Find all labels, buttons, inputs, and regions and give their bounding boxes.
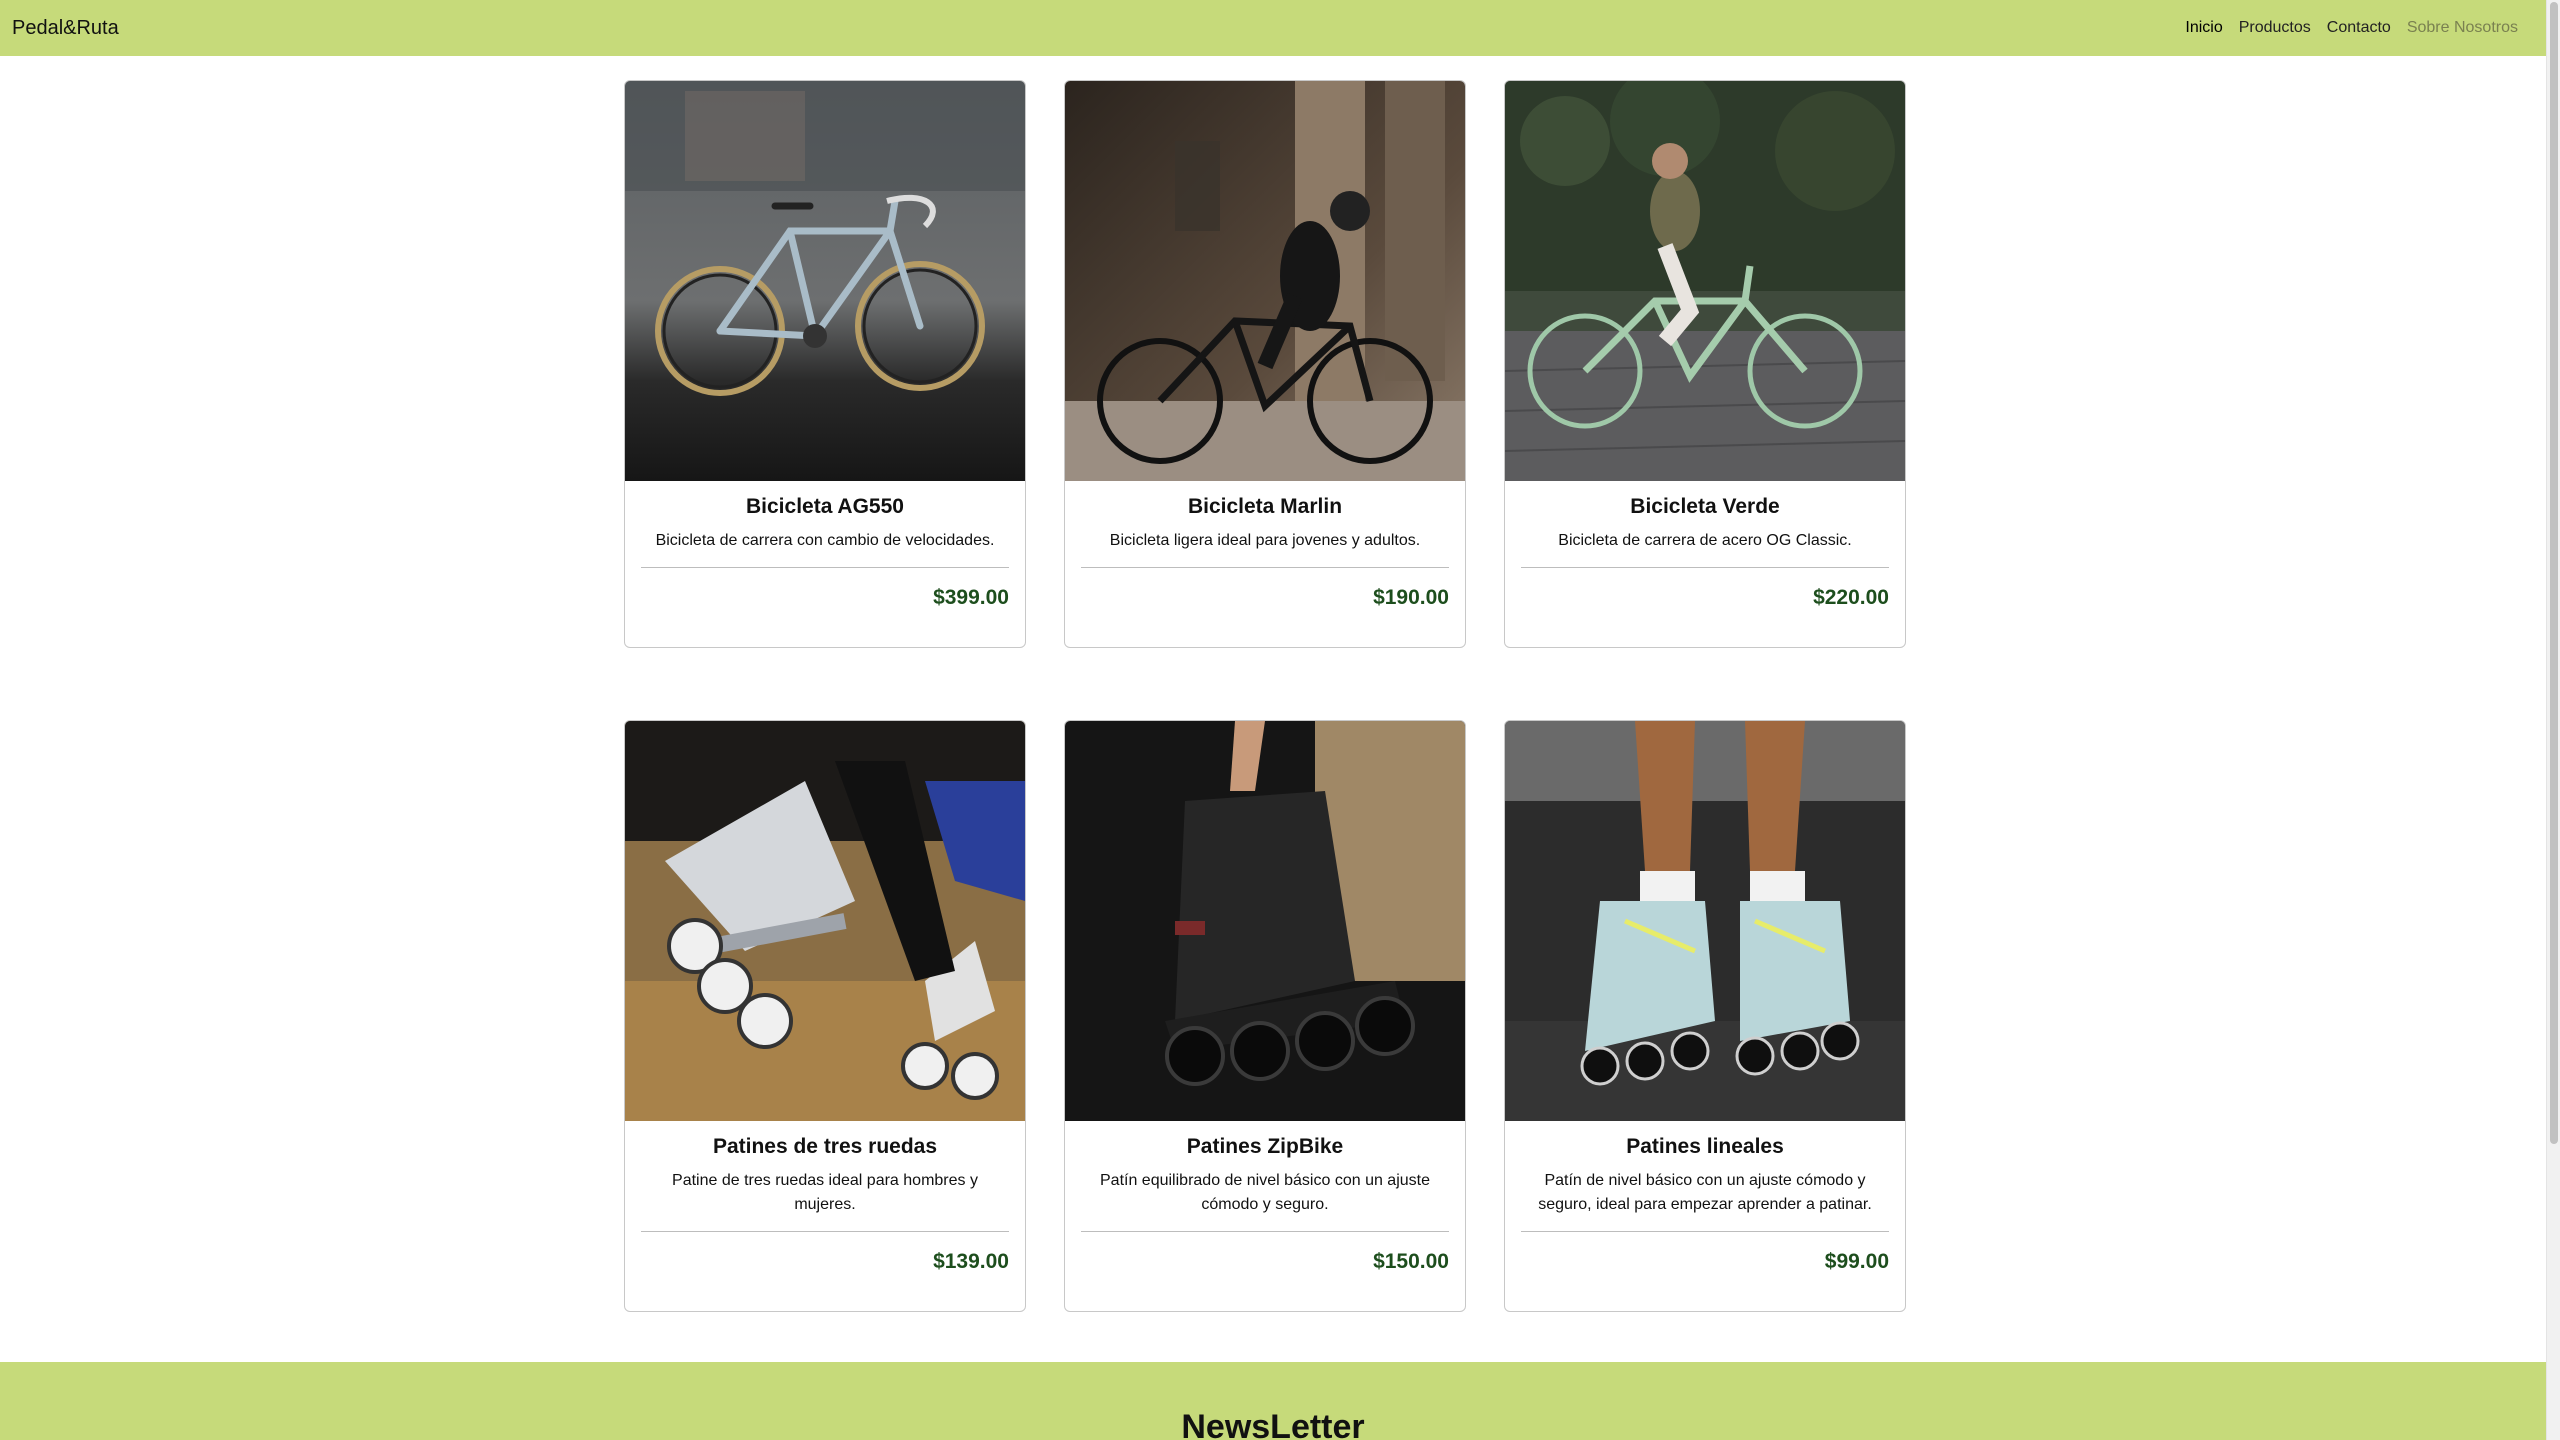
product-card-body: Patines ZipBike Patín equilibrado de niv…	[1065, 1121, 1465, 1217]
nav-link-productos[interactable]: Productos	[2231, 19, 2319, 37]
product-price: $99.00	[1824, 1250, 1889, 1273]
product-price: $139.00	[933, 1250, 1009, 1273]
nav-link-inicio[interactable]: Inicio	[2177, 19, 2230, 37]
product-description: Patín equilibrado de nivel básico con un…	[1100, 1172, 1430, 1213]
product-price: $220.00	[1813, 586, 1889, 609]
vertical-scrollbar[interactable]	[2546, 0, 2560, 1440]
product-card-body: Patines lineales Patín de nivel básico c…	[1505, 1121, 1905, 1217]
product-image-cyclist[interactable]	[1065, 81, 1465, 481]
nav-link-contacto[interactable]: Contacto	[2319, 19, 2399, 37]
product-image-three-wheel-skates[interactable]	[625, 721, 1025, 1121]
product-title[interactable]: Bicicleta Marlin	[1081, 495, 1449, 519]
product-card-body: Bicicleta Verde Bicicleta de carrera de …	[1505, 481, 1905, 553]
product-card[interactable]: Bicicleta Marlin Bicicleta ligera ideal …	[1064, 80, 1466, 648]
product-image-blue-skates[interactable]	[1505, 721, 1905, 1121]
page-content: Pedal&Ruta Inicio Productos Contacto Sob…	[0, 0, 2546, 1440]
product-card-body: Bicicleta AG550 Bicicleta de carrera con…	[625, 481, 1025, 553]
blue-inline-skates-photo	[1505, 721, 1905, 1121]
brand-logo[interactable]: Pedal&Ruta	[12, 17, 119, 40]
product-grid: Bicicleta AG550 Bicicleta de carrera con…	[624, 80, 1906, 1312]
product-card[interactable]: Bicicleta AG550 Bicicleta de carrera con…	[624, 80, 1026, 648]
three-wheel-skates-photo	[625, 721, 1025, 1121]
newsletter-section: NewsLetter	[0, 1362, 2546, 1440]
black-inline-skate-photo	[1065, 721, 1465, 1121]
woman-green-bike-photo	[1505, 81, 1905, 481]
product-title[interactable]: Bicicleta Verde	[1521, 495, 1889, 519]
product-card[interactable]: Patines lineales Patín de nivel básico c…	[1504, 720, 1906, 1312]
product-price: $190.00	[1373, 586, 1449, 609]
product-image-road-bike[interactable]	[625, 81, 1025, 481]
road-bike-photo	[625, 81, 1025, 481]
product-description: Bicicleta de carrera con cambio de veloc…	[655, 532, 995, 549]
navbar: Pedal&Ruta Inicio Productos Contacto Sob…	[0, 0, 2546, 56]
product-image-black-skate[interactable]	[1065, 721, 1465, 1121]
product-card[interactable]: Patines de tres ruedas Patine de tres ru…	[624, 720, 1026, 1312]
product-card-body: Bicicleta Marlin Bicicleta ligera ideal …	[1065, 481, 1465, 553]
product-title[interactable]: Patines lineales	[1521, 1135, 1889, 1159]
nav-links: Inicio Productos Contacto Sobre Nosotros	[2177, 19, 2534, 37]
product-title[interactable]: Patines ZipBike	[1081, 1135, 1449, 1159]
product-description: Patine de tres ruedas ideal para hombres…	[672, 1172, 978, 1213]
product-price: $399.00	[933, 586, 1009, 609]
nav-link-sobre-nosotros[interactable]: Sobre Nosotros	[2399, 19, 2526, 37]
scrollbar-thumb[interactable]	[2550, 2, 2558, 1144]
product-price: $150.00	[1373, 1250, 1449, 1273]
product-description: Patín de nivel básico con un ajuste cómo…	[1538, 1172, 1872, 1213]
product-card[interactable]: Patines ZipBike Patín equilibrado de niv…	[1064, 720, 1466, 1312]
product-card[interactable]: Bicicleta Verde Bicicleta de carrera de …	[1504, 80, 1906, 648]
cyclist-street-photo	[1065, 81, 1465, 481]
product-title[interactable]: Patines de tres ruedas	[641, 1135, 1009, 1159]
product-image-green-bike[interactable]	[1505, 81, 1905, 481]
page: Pedal&Ruta Inicio Productos Contacto Sob…	[0, 0, 2560, 1440]
product-description: Bicicleta ligera ideal para jovenes y ad…	[1109, 532, 1421, 549]
product-title[interactable]: Bicicleta AG550	[641, 495, 1009, 519]
product-description: Bicicleta de carrera de acero OG Classic…	[1558, 532, 1852, 549]
product-card-body: Patines de tres ruedas Patine de tres ru…	[625, 1121, 1025, 1217]
newsletter-title: NewsLetter	[1181, 1408, 1365, 1440]
